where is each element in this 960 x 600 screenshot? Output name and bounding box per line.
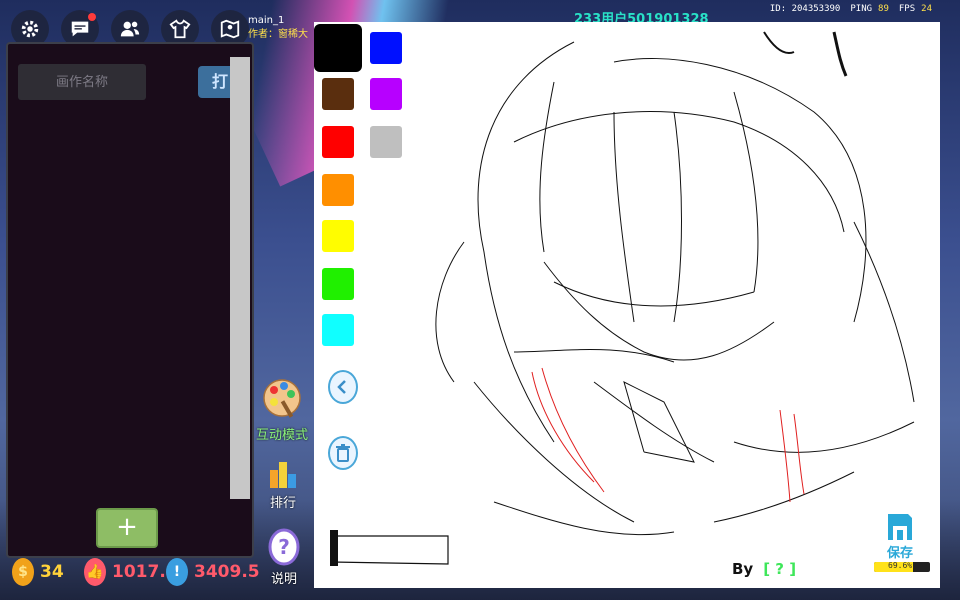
color-orange[interactable] [322,174,354,206]
help-label: 说明 [270,572,297,587]
signature: By [ ? ] [732,560,796,578]
palette-icon [263,379,301,418]
svg-text:?: ? [278,535,290,559]
notification-dot [88,13,96,21]
interactive-mode-label: 互动模式 [256,428,309,443]
undo-button[interactable] [328,370,358,404]
ranking-button[interactable]: 排行 [268,456,298,511]
save-button[interactable]: 保存 [886,512,914,561]
color-blue[interactable] [370,32,402,64]
color-brown[interactable] [322,78,354,110]
add-artwork-button[interactable]: + [96,508,158,548]
artwork-list-panel: 打 + [6,42,254,558]
artwork-name-input[interactable] [18,64,146,100]
help-button[interactable]: ? 说明 [268,528,300,587]
points-value: 3409.5 [194,562,260,582]
ranking-label: 排行 [269,496,296,511]
map-author: 作者：窗稀大 [248,29,308,40]
fps-label: FPS [898,4,916,14]
ping-value: 89 [878,4,889,14]
points-balance: ! 3409.5 [166,558,260,586]
id-value: 204353390 [791,4,841,14]
save-progress-bar: 69.6% [874,562,930,572]
save-progress-text: 69.6% [888,562,913,570]
clear-button[interactable] [328,436,358,470]
like-value: 1017. [112,562,166,582]
ranking-icon [270,462,296,488]
color-purple[interactable] [370,78,402,110]
question-icon: ? [268,528,300,566]
color-yellow[interactable] [322,220,354,252]
interactive-mode-button[interactable]: 互动模式 [256,376,308,443]
color-cyan[interactable] [322,314,354,346]
color-red[interactable] [322,126,354,158]
like-icon: 👍 [84,558,106,586]
color-black[interactable] [314,24,362,72]
trash-icon [336,444,350,462]
color-gray[interactable] [370,126,402,158]
floppy-disk-icon [888,514,912,540]
like-balance: 👍 1017. [84,558,166,586]
color-white[interactable] [370,174,402,206]
fps-value: 24 [921,4,932,14]
friends-icon [120,21,140,37]
by-label: By [732,560,754,578]
color-green[interactable] [322,268,354,300]
fps: FPS 24 [899,4,932,14]
coin-balance: $ 34 [12,558,64,586]
map-pin-icon [220,19,240,39]
by-value: [ ? ] [763,560,797,578]
coin-icon: $ [12,558,34,586]
map-info: main_1 作者：窗稀大 [248,14,308,42]
shirt-icon [169,19,191,39]
coin-value: 34 [40,562,64,582]
chevron-left-icon [337,380,346,394]
sketch-drawing [330,31,915,566]
player-id: ID: 204353390 [770,4,840,14]
network-stats: ID: 204353390 PING 89 FPS 24 [770,4,932,14]
exclaim-icon: ! [166,558,188,586]
list-scrollbar[interactable] [230,57,250,499]
ping: PING 89 [850,4,889,14]
chat-icon [71,21,89,37]
ping-label: PING [850,4,873,14]
save-label: 保存 [886,546,913,561]
drawing-canvas[interactable]: By [ ? ] 保存 69.6% [314,22,940,588]
map-name: main_1 [248,15,285,26]
id-label: ID: [769,4,787,14]
gear-icon [21,20,39,38]
